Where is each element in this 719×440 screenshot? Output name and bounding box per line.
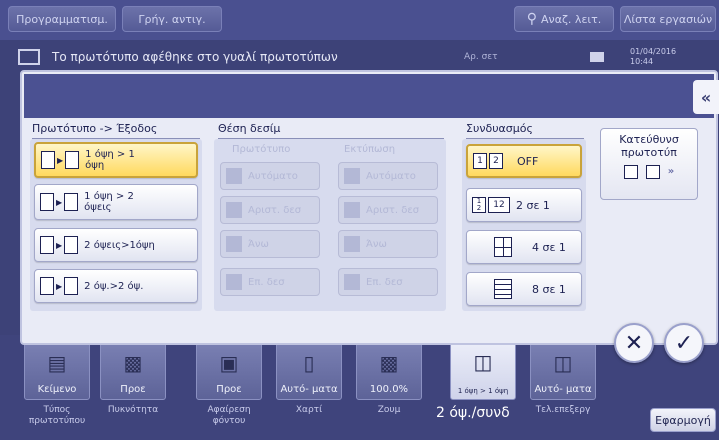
option-1side-to-1side[interactable]: ▶ 1 όψη > 1 όψη [34, 142, 198, 178]
auto-binding-icon [226, 168, 242, 184]
info-icon [590, 52, 604, 62]
top-bar: Προγραμματισμ. Γρήγ. αντιγ. ⚲ Αναζ. λειτ… [0, 0, 719, 40]
tile-paper[interactable]: ▯ Αυτό- ματα [276, 340, 342, 400]
option-1side-to-2sides[interactable]: ▶ 1 όψη > 2 όψεις [34, 184, 198, 220]
binding-original-header: Πρωτότυπο [232, 144, 291, 155]
message-bar: Το πρωτότυπο αφέθηκε στο γυαλί πρωτοτύπω… [18, 44, 718, 70]
caption-density: Πυκνότητα [107, 405, 159, 415]
option-2sides-to-2sides[interactable]: ▶ 2 όψ.>2 όψ. [34, 269, 198, 303]
sets-label: Αρ. σετ [464, 52, 498, 62]
dialog-header [24, 74, 714, 118]
option-label: 2 όψεις>1όψη [84, 239, 155, 251]
tile-duplex-combine[interactable]: ◫ 1 όψη > 1 όψη [450, 336, 516, 400]
combine-4in1[interactable]: 4 σε 1 [466, 230, 582, 264]
binding-output-top: Άνω [338, 230, 438, 258]
4in1-icon [494, 237, 512, 257]
portrait-direction-icon [623, 165, 638, 179]
top-binding-icon [344, 236, 360, 252]
original-on-glass-icon [18, 49, 40, 65]
programs-button[interactable]: Προγραμματισμ. [8, 6, 116, 32]
datetime: 01/04/2016 10:44 [630, 47, 677, 66]
combine-8in1[interactable]: 8 σε 1 [466, 272, 582, 306]
binding-output-right: Επ. δεσ [338, 268, 438, 296]
tile-label: Προε [216, 384, 242, 395]
caption-finishing: Τελ.επεξεργ [535, 405, 591, 415]
option-2sides-to-1side[interactable]: ▶ 2 όψεις>1όψη [34, 228, 198, 262]
ok-button[interactable]: ✓ [664, 323, 704, 363]
binding-original-top: Άνω [220, 230, 320, 258]
option-label: 1 όψη > 2 όψεις [84, 191, 134, 213]
tile-finishing[interactable]: ◫ Αυτό- ματα [530, 340, 596, 400]
apply-button[interactable]: Εφαρμογή [650, 408, 716, 432]
option-label: 1 όψη > 1 όψη [85, 149, 135, 171]
collapse-panel-button[interactable]: « [693, 80, 719, 114]
tile-original-type[interactable]: ▤ Κείμενο [24, 340, 90, 400]
option-label: 2 όψ.>2 όψ. [84, 280, 144, 292]
message-text: Το πρωτότυπο αφέθηκε στο γυαλί πρωτοτύπω… [52, 50, 338, 64]
caption-duplex-combine: 2 όψ./συνδ [436, 405, 510, 421]
binding-original-auto: Αυτόματο [220, 162, 320, 190]
tile-density[interactable]: ▩ Προε [100, 340, 166, 400]
cancel-button[interactable]: ✕ [614, 323, 654, 363]
binding-title: Θέση δεσίμ [218, 122, 444, 139]
binding-original-right: Επ. δεσ [220, 268, 320, 296]
binding-output-header: Εκτύπωση [344, 144, 396, 155]
caption-zoom: Ζουμ [377, 405, 401, 415]
combine-section: Συνδυασμός [466, 122, 584, 139]
binding-section: Θέση δεσίμ [218, 122, 444, 139]
1-to-2-sided-icon: ▶ [40, 193, 79, 211]
duplex-combine-dialog: « Πρωτότυπο -> Έξοδος ▶ 1 όψη > 1 όψη ▶ … [20, 70, 719, 345]
close-icon: ✕ [624, 330, 644, 356]
binding-original-left: Αριστ. δεσ [220, 196, 320, 224]
2-to-1-sided-icon: ▶ [40, 236, 79, 254]
job-list-button[interactable]: Λίστα εργασιών [620, 6, 716, 32]
background-removal-icon: ▣ [219, 350, 239, 375]
double-chevron-right-icon: » [667, 166, 675, 177]
tile-label: Προε [120, 384, 146, 395]
search-button[interactable]: ⚲ Αναζ. λειτ. [514, 6, 614, 32]
tile-label: Κείμενο [37, 384, 77, 395]
tile-background-removal[interactable]: ▣ Προε [196, 340, 262, 400]
tile-label: Αυτό- ματα [534, 384, 592, 395]
landscape-direction-icon [645, 165, 660, 179]
original-output-title: Πρωτότυπο -> Έξοδος [32, 122, 200, 139]
2in1-icon: 1 2 12 [472, 197, 510, 213]
density-icon: ▩ [123, 350, 143, 375]
zoom-icon: ▩ [379, 350, 399, 375]
tile-label: 100.0% [369, 384, 409, 395]
quick-copy-button[interactable]: Γρήγ. αντιγ. [122, 6, 222, 32]
double-chevron-left-icon: « [700, 87, 712, 107]
binding-output-auto: Αυτόματο [338, 162, 438, 190]
direction-icons: » [601, 165, 697, 179]
8in1-icon [494, 279, 512, 299]
tile-label: 1 όψη > 1 όψη [457, 387, 509, 395]
caption-background-removal: Αφαίρεση φόντου [207, 405, 251, 426]
search-icon: ⚲ [526, 11, 538, 27]
checkmark-icon: ✓ [674, 330, 694, 356]
2-to-2-sided-icon: ▶ [40, 277, 79, 295]
top-binding-icon [226, 236, 242, 252]
single-page-icon: 12 [473, 153, 503, 169]
original-direction-button[interactable]: Κατεύθυνσ πρωτοτύπ » [600, 128, 698, 200]
combine-off[interactable]: 12 OFF [466, 144, 582, 178]
tile-zoom[interactable]: ▩ 100.0% [356, 340, 422, 400]
tile-label: Αυτό- ματα [280, 384, 338, 395]
right-binding-icon [226, 274, 242, 290]
auto-binding-icon [344, 168, 360, 184]
1-to-1-sided-icon: ▶ [41, 151, 80, 169]
finishing-icon: ◫ [553, 350, 573, 375]
left-binding-icon [344, 202, 360, 218]
right-binding-icon [344, 274, 360, 290]
search-label: Αναζ. λειτ. [541, 12, 602, 26]
caption-original-type: Τύπος πρωτοτύπου [28, 405, 86, 426]
combine-title: Συνδυασμός [466, 122, 584, 139]
left-binding-icon [226, 202, 242, 218]
paper-icon: ▯ [303, 350, 315, 375]
document-icon: ▤ [47, 350, 67, 375]
caption-paper: Χαρτί [295, 405, 323, 415]
combine-2in1[interactable]: 1 2 12 2 σε 1 [466, 188, 582, 222]
original-direction-label: Κατεύθυνσ πρωτοτύπ [619, 133, 679, 159]
original-output-section: Πρωτότυπο -> Έξοδος [32, 122, 200, 139]
binding-output-left: Αριστ. δεσ [338, 196, 438, 224]
